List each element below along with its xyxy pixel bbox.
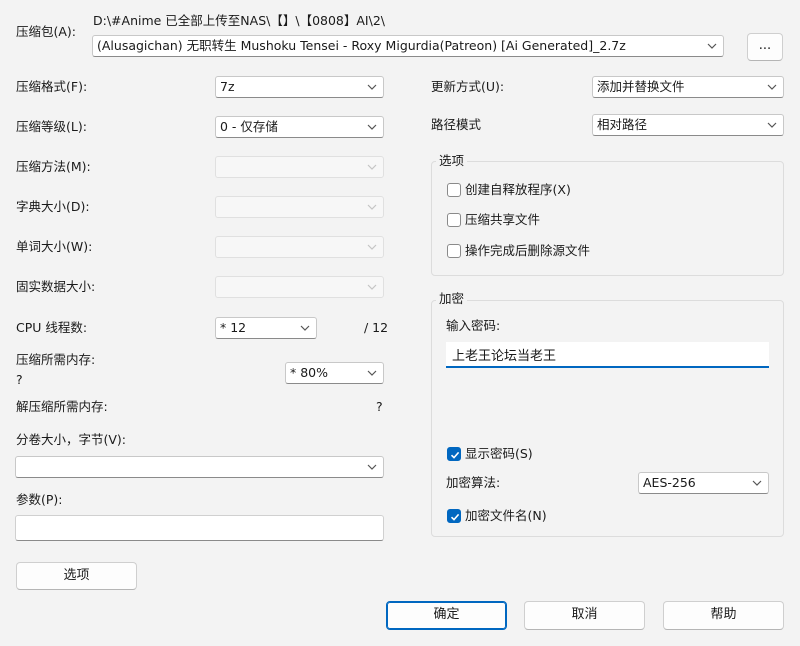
update-value: 添加并替换文件 <box>597 79 685 94</box>
threads-label: CPU 线程数: <box>16 320 88 335</box>
method-label: 压缩方法(M): <box>16 159 91 174</box>
format-value: 7z <box>220 79 235 94</box>
format-select[interactable]: 7z <box>215 76 384 98</box>
params-input[interactable] <box>15 515 384 541</box>
chevron-down-icon <box>366 120 378 134</box>
encrypt-names-checkbox[interactable] <box>447 509 461 523</box>
chevron-down-icon <box>366 80 378 94</box>
chevron-down-icon <box>366 280 378 294</box>
show-password-checkbox[interactable] <box>447 447 461 461</box>
chevron-down-icon <box>299 321 311 335</box>
chevron-down-icon <box>366 366 378 380</box>
algo-value: AES-256 <box>643 475 696 490</box>
update-select[interactable]: 添加并替换文件 <box>592 76 784 98</box>
update-label: 更新方式(U): <box>431 79 505 94</box>
browse-button[interactable]: ... <box>747 33 783 61</box>
encrypt-names-label: 加密文件名(N) <box>465 508 547 523</box>
shared-label: 压缩共享文件 <box>465 212 541 227</box>
chevron-down-icon <box>766 80 778 94</box>
volume-label: 分卷大小，字节(V): <box>16 432 127 447</box>
threads-select[interactable]: * 12 <box>215 317 317 339</box>
options-group-title: 选项 <box>436 153 468 169</box>
pathmode-label: 路径模式 <box>431 117 482 132</box>
dict-label: 字典大小(D): <box>16 199 90 214</box>
chevron-down-icon <box>366 460 378 474</box>
chevron-down-icon <box>366 160 378 174</box>
mem-label: 压缩所需内存: <box>16 352 96 367</box>
chevron-down-icon <box>751 476 763 490</box>
decomp-value: ? <box>376 399 383 414</box>
archive-label: 压缩包(A): <box>16 24 77 39</box>
password-input[interactable]: 上老王论坛当老王 <box>446 342 769 368</box>
algo-label: 加密算法: <box>446 475 501 490</box>
help-button[interactable]: 帮助 <box>663 601 784 630</box>
sfx-checkbox[interactable] <box>447 183 461 197</box>
password-label: 输入密码: <box>446 318 501 333</box>
mem-value-text: ? <box>16 372 23 387</box>
solid-label: 固实数据大小: <box>16 279 96 294</box>
password-value: 上老王论坛当老王 <box>452 349 557 364</box>
params-label: 参数(P): <box>16 492 63 507</box>
method-select <box>215 156 384 178</box>
chevron-down-icon <box>366 200 378 214</box>
mem-select[interactable]: * 80% <box>285 362 384 384</box>
mem-value: * 80% <box>290 365 329 380</box>
volume-combo[interactable] <box>15 456 384 478</box>
cancel-button[interactable]: 取消 <box>524 601 645 630</box>
chevron-down-icon <box>366 240 378 254</box>
word-select <box>215 236 384 258</box>
ok-button[interactable]: 确定 <box>386 601 507 630</box>
algo-select[interactable]: AES-256 <box>638 472 769 494</box>
chevron-down-icon <box>766 118 778 132</box>
pathmode-select[interactable]: 相对路径 <box>592 114 784 136</box>
threads-value: * 12 <box>220 320 247 335</box>
chevron-down-icon <box>706 39 718 53</box>
decomp-label: 解压缩所需内存: <box>16 399 108 414</box>
level-select[interactable]: 0 - 仅存储 <box>215 116 384 138</box>
delete-label: 操作完成后删除源文件 <box>465 243 591 258</box>
solid-select <box>215 276 384 298</box>
level-value: 0 - 仅存储 <box>220 119 278 134</box>
format-label: 压缩格式(F): <box>16 79 88 94</box>
encrypt-group-title: 加密 <box>436 291 468 307</box>
level-label: 压缩等级(L): <box>16 119 87 134</box>
delete-checkbox[interactable] <box>447 244 461 258</box>
shared-checkbox[interactable] <box>447 213 461 227</box>
archive-name-combo[interactable]: (Alusagichan) 无职转生 Mushoku Tensei - Roxy… <box>92 35 724 57</box>
sfx-label: 创建自释放程序(X) <box>465 182 571 197</box>
checkmark-icon <box>449 449 461 461</box>
dict-select <box>215 196 384 218</box>
show-password-label: 显示密码(S) <box>465 446 533 461</box>
archive-path: D:\#Anime 已全部上传至NAS\【】\【0808】AI\2\ <box>93 13 385 28</box>
threads-total: / 12 <box>364 320 389 335</box>
pathmode-value: 相对路径 <box>597 117 648 132</box>
options-button[interactable]: 选项 <box>16 562 137 590</box>
encrypt-group <box>431 300 784 537</box>
checkmark-icon <box>449 511 461 523</box>
word-label: 单词大小(W): <box>16 239 93 254</box>
archive-name-value: (Alusagichan) 无职转生 Mushoku Tensei - Roxy… <box>97 38 626 53</box>
